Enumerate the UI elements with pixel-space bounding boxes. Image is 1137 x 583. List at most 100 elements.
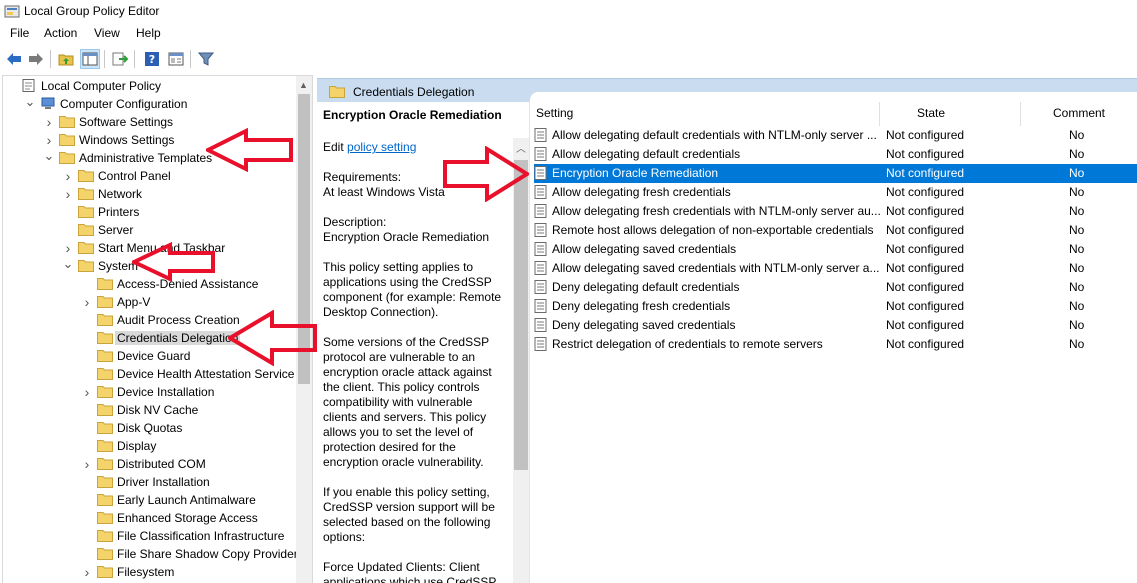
tree-item[interactable]: Disk NV Cache: [3, 401, 296, 419]
policy-setting-icon: [534, 337, 547, 351]
setting-state: Not configured: [886, 185, 965, 199]
description-scrollbar-thumb[interactable]: [514, 160, 528, 470]
collapsed-chevron-icon[interactable]: ›: [62, 169, 74, 183]
tree-item[interactable]: Server: [3, 221, 296, 239]
setting-name: Allow delegating default credentials wit…: [552, 128, 877, 142]
expanded-chevron-icon[interactable]: ⌄: [24, 95, 36, 111]
setting-name: Deny delegating saved credentials: [552, 318, 736, 332]
folder-icon: [97, 440, 113, 452]
policy-setting-icon: [534, 185, 547, 199]
tree-item[interactable]: File Classification Infrastructure: [3, 527, 296, 545]
tree-item-label: Disk Quotas: [117, 421, 183, 435]
setting-row[interactable]: Allow delegating default credentials wit…: [534, 126, 1137, 145]
help-icon[interactable]: ?: [142, 49, 162, 69]
tree-item[interactable]: Enhanced Storage Access: [3, 509, 296, 527]
folder-icon: [59, 134, 75, 146]
expanded-chevron-icon[interactable]: ⌄: [62, 257, 74, 273]
setting-comment: No: [1069, 223, 1085, 237]
setting-comment: No: [1069, 261, 1085, 275]
show-hide-tree-icon[interactable]: [80, 49, 100, 69]
setting-comment: No: [1069, 166, 1085, 180]
red-annotation-arrow-icon: [206, 128, 293, 172]
tree-item[interactable]: Driver Installation: [3, 473, 296, 491]
column-header-setting[interactable]: Setting: [536, 106, 573, 120]
menu-file[interactable]: File: [10, 26, 29, 40]
folder-icon: [97, 566, 113, 578]
setting-row[interactable]: Restrict delegation of credentials to re…: [534, 335, 1137, 354]
tree-item[interactable]: Disk Quotas: [3, 419, 296, 437]
menu-help[interactable]: Help: [136, 26, 161, 40]
menu-action[interactable]: Action: [44, 26, 77, 40]
tree-item[interactable]: Display: [3, 437, 296, 455]
expanded-chevron-icon[interactable]: ⌄: [43, 149, 55, 165]
folder-icon: [78, 170, 94, 182]
folder-icon: [97, 476, 113, 488]
folder-icon: [97, 512, 113, 524]
column-divider[interactable]: [879, 102, 880, 126]
setting-row[interactable]: Encryption Oracle Remediation Not configu…: [534, 164, 1137, 183]
folder-icon: [97, 368, 113, 380]
tree-item[interactable]: › Filesystem: [3, 563, 296, 581]
tree-item-label: App-V: [117, 295, 151, 309]
setting-row[interactable]: Deny delegating saved credentials Not con…: [534, 316, 1137, 335]
tree-item[interactable]: Device Health Attestation Service: [3, 365, 296, 383]
column-header-state[interactable]: State: [917, 106, 945, 120]
policy-setting-icon: [534, 261, 547, 275]
folder-icon: [97, 332, 113, 344]
setting-row[interactable]: Allow delegating saved credentials Not co…: [534, 240, 1137, 259]
folder-icon: [97, 278, 113, 290]
filter-icon[interactable]: [196, 49, 216, 69]
description-scrollbar[interactable]: ︿: [513, 138, 529, 583]
tree-item-label: Distributed COM: [117, 457, 206, 471]
collapsed-chevron-icon[interactable]: ›: [43, 133, 55, 147]
policy-title: Encryption Oracle Remediation: [323, 108, 502, 122]
tree-item[interactable]: Printers: [3, 203, 296, 221]
policy-setting-icon: [534, 299, 547, 313]
tree-item[interactable]: › App-V: [3, 293, 296, 311]
tree-item[interactable]: ⌄ Computer Configuration: [3, 95, 296, 113]
setting-row[interactable]: Allow delegating fresh credentials Not co…: [534, 183, 1137, 202]
folder-icon: [97, 548, 113, 560]
tree-item-label: Server: [98, 223, 134, 237]
up-folder-icon[interactable]: [56, 49, 76, 69]
setting-row[interactable]: Allow delegating default credentials Not …: [534, 145, 1137, 164]
setting-row[interactable]: Deny delegating default credentials Not c…: [534, 278, 1137, 297]
forward-arrow-icon[interactable]: [26, 49, 46, 69]
setting-comment: No: [1069, 242, 1085, 256]
edit-policy-setting-link[interactable]: policy setting: [347, 140, 416, 154]
column-divider[interactable]: [1020, 102, 1021, 126]
tree-item[interactable]: File Share Shadow Copy Provider: [3, 545, 298, 563]
svg-text:?: ?: [149, 53, 155, 66]
collapsed-chevron-icon[interactable]: ›: [43, 115, 55, 129]
export-list-icon[interactable]: [110, 49, 130, 69]
properties-icon[interactable]: [166, 49, 186, 69]
setting-row[interactable]: Remote host allows delegation of non-exp…: [534, 221, 1137, 240]
collapsed-chevron-icon[interactable]: ›: [81, 295, 93, 309]
folder-icon: [97, 494, 113, 506]
tree-item[interactable]: › Network: [3, 185, 296, 203]
column-header-comment[interactable]: Comment: [1053, 106, 1105, 120]
scroll-up-arrow-icon[interactable]: ▲: [299, 80, 308, 90]
setting-comment: No: [1069, 204, 1085, 218]
collapsed-chevron-icon[interactable]: ›: [62, 187, 74, 201]
description-paragraph: Some versions of the CredSSP protocol ar…: [323, 335, 492, 469]
collapsed-chevron-icon[interactable]: ›: [81, 457, 93, 471]
tree-item[interactable]: › Distributed COM: [3, 455, 296, 473]
setting-row[interactable]: Allow delegating saved credentials with …: [534, 259, 1137, 278]
folder-icon: [78, 260, 94, 272]
folder-icon: [78, 224, 94, 236]
folder-icon: [97, 350, 113, 362]
tree-item-label: Enhanced Storage Access: [117, 511, 258, 525]
setting-row[interactable]: Allow delegating fresh credentials with …: [534, 202, 1137, 221]
collapsed-chevron-icon[interactable]: ›: [62, 241, 74, 255]
description-paragraph: This policy setting applies to applicati…: [323, 260, 502, 319]
setting-row[interactable]: Deny delegating fresh credentials Not con…: [534, 297, 1137, 316]
collapsed-chevron-icon[interactable]: ›: [81, 565, 93, 579]
toolbar-separator: [134, 50, 135, 68]
tree-item[interactable]: Local Computer Policy: [3, 77, 296, 95]
tree-item[interactable]: Early Launch Antimalware: [3, 491, 296, 509]
back-arrow-icon[interactable]: [4, 49, 24, 69]
tree-item[interactable]: › Device Installation: [3, 383, 296, 401]
collapsed-chevron-icon[interactable]: ›: [81, 385, 93, 399]
menu-view[interactable]: View: [94, 26, 120, 40]
